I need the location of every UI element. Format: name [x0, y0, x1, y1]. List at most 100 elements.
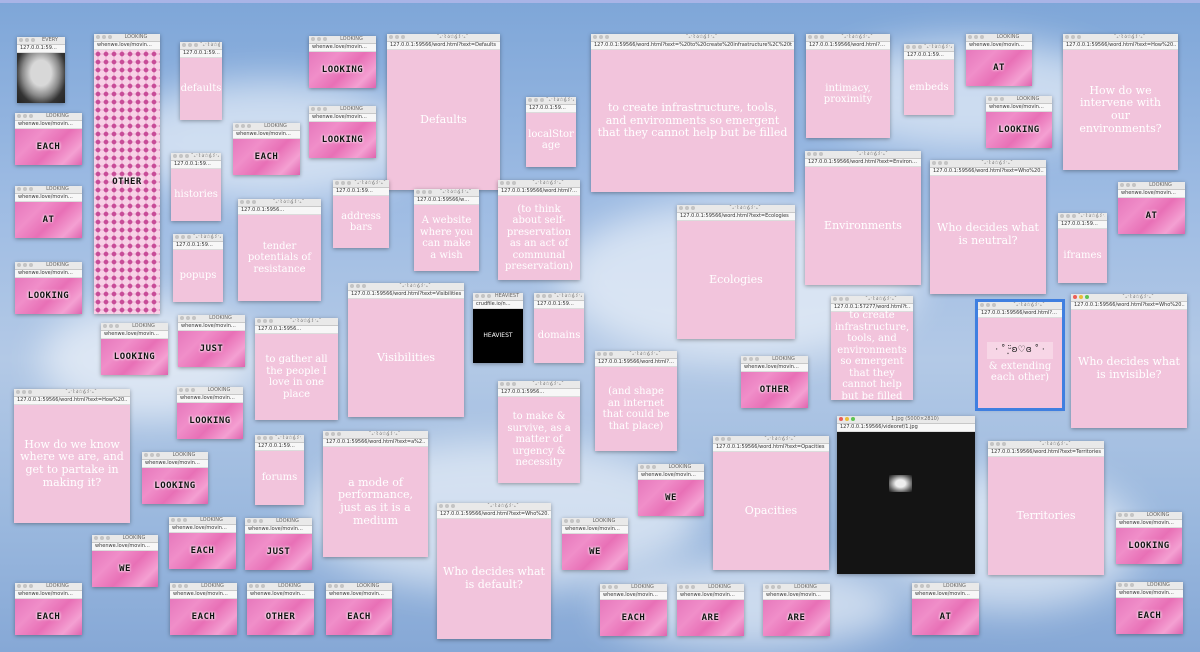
- address-bar[interactable]: 127.0.0.1:59566/word.html?…: [806, 42, 890, 50]
- url-text[interactable]: 127.0.0.1:59…: [174, 161, 219, 168]
- close-button[interactable]: [597, 352, 601, 356]
- url-text[interactable]: whenwe.love/movin…: [1119, 590, 1181, 597]
- close-button[interactable]: [1120, 183, 1124, 187]
- browser-window[interactable]: ˚₊‧꒰ა☆໒꒱‧₊˚ 127.0.0.1:59566/word.html?… (t…: [498, 180, 580, 280]
- address-bar[interactable]: whenwe.love/movin…: [309, 114, 376, 122]
- browser-window[interactable]: ˚₊‧꒰ა☆໒꒱‧₊˚ 127.0.0.1:59566/word.html?tex…: [14, 389, 130, 523]
- url-text[interactable]: 127.0.0.1:59566/word.html?text=Ecologies: [680, 213, 793, 220]
- browser-window[interactable]: LOOKING whenwe.love/movin… LOOKING: [177, 387, 243, 439]
- zoom-button[interactable]: [187, 235, 191, 239]
- minimize-button[interactable]: [246, 200, 250, 204]
- minimize-button[interactable]: [255, 584, 259, 588]
- url-text[interactable]: whenwe.love/movin…: [95, 543, 156, 550]
- title-bar[interactable]: ˚₊‧꒰ა☆໒꒱‧₊˚: [498, 381, 580, 389]
- url-text[interactable]: 127.0.0.1:59…: [907, 52, 952, 59]
- close-button[interactable]: [17, 263, 21, 267]
- address-bar[interactable]: whenwe.love/movin…: [94, 42, 160, 50]
- title-bar[interactable]: ˚₊‧꒰ა☆໒꒱‧₊˚: [255, 318, 338, 326]
- address-bar[interactable]: 127.0.0.1:59…: [180, 50, 222, 58]
- browser-window[interactable]: 1.jpg (5000×2810) 127.0.0.1:59566/videore…: [837, 416, 975, 574]
- zoom-button[interactable]: [926, 584, 930, 588]
- browser-window[interactable]: ˚₊‧꒰ა☆໒꒱‧₊˚ 127.0.0.1:59… defaults: [180, 42, 222, 120]
- zoom-button[interactable]: [28, 390, 32, 394]
- minimize-button[interactable]: [920, 584, 924, 588]
- address-bar[interactable]: 127.0.0.1:59566/word.html?…: [595, 359, 677, 367]
- url-text[interactable]: 127.0.0.1:5956…: [241, 207, 319, 214]
- browser-window[interactable]: LOOKING whenwe.love/movin… OTHER: [247, 583, 314, 635]
- title-bar[interactable]: LOOKING: [142, 452, 208, 460]
- minimize-button[interactable]: [395, 35, 399, 39]
- minimize-button[interactable]: [603, 352, 607, 356]
- minimize-button[interactable]: [608, 585, 612, 589]
- minimize-button[interactable]: [599, 35, 603, 39]
- zoom-button[interactable]: [691, 206, 695, 210]
- address-bar[interactable]: whenwe.love/movin…: [170, 591, 237, 599]
- zoom-button[interactable]: [777, 585, 781, 589]
- url-text[interactable]: whenwe.love/movin…: [312, 114, 374, 121]
- minimize-button[interactable]: [263, 436, 267, 440]
- address-bar[interactable]: whenwe.love/movin…: [326, 591, 392, 599]
- title-bar[interactable]: LOOKING: [1116, 512, 1182, 520]
- url-text[interactable]: whenwe.love/movin…: [18, 270, 80, 277]
- url-text[interactable]: whenwe.love/movin…: [766, 592, 828, 599]
- browser-window[interactable]: ˚₊‧꒰ა☆໒꒱‧₊˚ 127.0.0.1:5956… tender potenti…: [238, 199, 321, 301]
- zoom-button[interactable]: [1077, 35, 1081, 39]
- close-button[interactable]: [988, 97, 992, 101]
- title-bar[interactable]: LOOKING: [1116, 582, 1183, 590]
- browser-window[interactable]: LOOKING whenwe.love/movin… EACH: [170, 583, 237, 635]
- url-text[interactable]: whenwe.love/movin…: [248, 526, 310, 533]
- title-bar[interactable]: ˚₊‧꒰ა☆໒꒱‧₊˚: [323, 431, 428, 439]
- minimize-button[interactable]: [996, 442, 1000, 446]
- title-bar[interactable]: LOOKING: [169, 517, 236, 525]
- close-button[interactable]: [311, 107, 315, 111]
- address-bar[interactable]: 127.0.0.1:59…: [904, 52, 954, 60]
- minimize-button[interactable]: [685, 585, 689, 589]
- address-bar[interactable]: 127.0.0.1:5956…: [498, 389, 580, 397]
- url-text[interactable]: 127.0.0.1:59566/word.html?text=Territori…: [991, 449, 1102, 456]
- address-bar[interactable]: 127.0.0.1:59566/word.html?text=Who%20…: [437, 511, 551, 519]
- zoom-button[interactable]: [269, 319, 273, 323]
- zoom-button[interactable]: [184, 584, 188, 588]
- minimize-button[interactable]: [938, 161, 942, 165]
- minimize-button[interactable]: [25, 38, 29, 42]
- title-bar[interactable]: ˚₊‧꒰ა☆໒꒱‧₊˚: [1063, 34, 1178, 42]
- minimize-button[interactable]: [241, 124, 245, 128]
- close-button[interactable]: [16, 390, 20, 394]
- address-bar[interactable]: 127.0.0.1:59…: [173, 242, 223, 250]
- zoom-button[interactable]: [512, 181, 516, 185]
- close-button[interactable]: [1073, 295, 1077, 299]
- browser-window[interactable]: LOOKING whenwe.love/movin… WE: [638, 464, 704, 516]
- address-bar[interactable]: whenwe.love/movin…: [177, 395, 243, 403]
- minimize-button[interactable]: [23, 263, 27, 267]
- address-bar[interactable]: whenwe.love/movin…: [101, 331, 168, 339]
- zoom-button[interactable]: [192, 316, 196, 320]
- browser-window[interactable]: ˚₊‧꒰ა☆໒꒱‧₊˚ 127.0.0.1:59566/word.html?tex…: [930, 160, 1046, 294]
- url-text[interactable]: 127.0.0.1:59566/word.html?text=%20to%20c…: [594, 42, 792, 49]
- close-button[interactable]: [179, 388, 183, 392]
- url-text[interactable]: whenwe.love/movin…: [104, 331, 166, 338]
- address-bar[interactable]: whenwe.love/movin…: [600, 592, 667, 600]
- address-bar[interactable]: whenwe.love/movin…: [638, 472, 704, 480]
- zoom-button[interactable]: [980, 35, 984, 39]
- title-bar[interactable]: LOOKING: [309, 36, 376, 44]
- url-text[interactable]: whenwe.love/movin…: [236, 131, 298, 138]
- browser-window[interactable]: LOOKING whenwe.love/movin… LOOKING: [309, 36, 376, 88]
- title-bar[interactable]: LOOKING: [178, 315, 245, 323]
- close-button[interactable]: [475, 294, 479, 298]
- title-bar[interactable]: ˚₊‧꒰ა☆໒꒱‧₊˚: [14, 389, 130, 397]
- url-text[interactable]: whenwe.love/movin…: [181, 323, 243, 330]
- url-text[interactable]: 127.0.0.1:59566/word.html?text=How%20…: [17, 397, 128, 404]
- close-button[interactable]: [980, 303, 984, 307]
- browser-window[interactable]: ˚₊‧꒰ა☆໒꒱‧₊˚ 127.0.0.1:59566/word.html?tex…: [348, 283, 464, 417]
- minimize-button[interactable]: [994, 97, 998, 101]
- title-bar[interactable]: ˚₊‧꒰ა☆໒꒱‧₊˚: [437, 503, 551, 511]
- title-bar[interactable]: ˚₊‧꒰ა☆໒꒱‧₊˚: [831, 296, 913, 304]
- zoom-button[interactable]: [727, 437, 731, 441]
- title-bar[interactable]: ˚₊‧꒰ა☆໒꒱‧₊˚: [255, 435, 304, 443]
- address-bar[interactable]: whenwe.love/movin…: [233, 131, 300, 139]
- url-text[interactable]: whenwe.love/movin…: [329, 591, 390, 598]
- minimize-button[interactable]: [813, 152, 817, 156]
- browser-window[interactable]: LOOKING whenwe.love/movin… EACH: [1116, 582, 1183, 634]
- title-bar[interactable]: ˚₊‧꒰ა☆໒꒱‧₊˚: [904, 44, 954, 52]
- close-button[interactable]: [17, 187, 21, 191]
